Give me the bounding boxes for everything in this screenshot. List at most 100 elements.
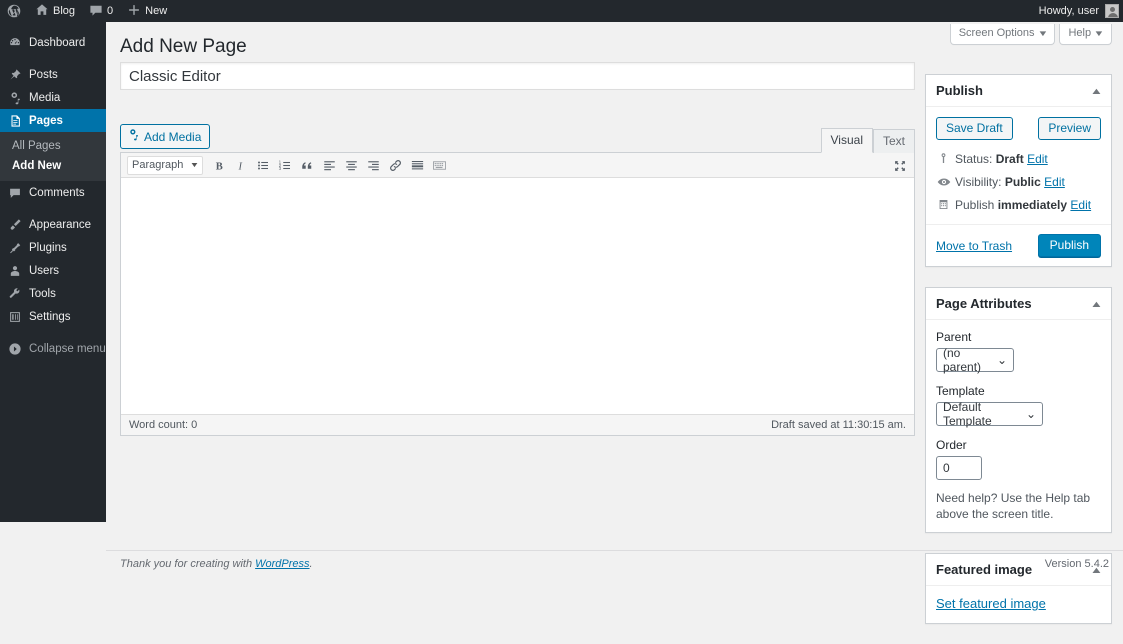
template-select[interactable]: Default Template ⌄ xyxy=(936,400,1043,428)
user-avatar-icon xyxy=(1105,4,1119,18)
wordpress-logo-icon xyxy=(7,4,21,18)
collapse-arrow-icon xyxy=(8,342,22,356)
parent-label: Parent xyxy=(936,330,972,344)
menu-separator-1 xyxy=(0,54,106,63)
admin-footer: Thank you for creating with WordPress. V… xyxy=(106,550,1123,576)
sidebar-item-media[interactable]: Media xyxy=(0,86,106,109)
admin-bar: Blog 0 New Howdy, user xyxy=(0,0,1123,22)
sidebar-item-plugins[interactable]: Plugins xyxy=(0,236,106,259)
preview-button[interactable]: Preview xyxy=(1038,117,1101,140)
users-icon xyxy=(8,264,22,278)
status-row: Status: Draft Edit xyxy=(936,148,1101,171)
order-label: Order xyxy=(936,438,967,452)
set-featured-image-link[interactable]: Set featured image xyxy=(936,596,1046,611)
sidebar-subitem-add-new[interactable]: Add New xyxy=(0,156,106,176)
screen-meta-links: Screen Options ▼ Help ▼ xyxy=(949,24,1112,45)
chevron-down-icon: ▼ xyxy=(1036,28,1049,38)
tab-text[interactable]: Text xyxy=(872,129,915,153)
footer-thanks: Thank you for creating with WordPress. xyxy=(120,558,313,570)
read-more-icon[interactable] xyxy=(406,155,428,176)
sidebar-item-dashboard[interactable]: Dashboard xyxy=(0,31,106,54)
admin-bar-site-name[interactable]: Blog xyxy=(28,0,82,22)
parent-select-value: (no parent) xyxy=(943,346,982,374)
editor-wrap: Add Media Visual Text Paragraph ▼ B I 1 … xyxy=(120,122,915,436)
chevron-up-icon[interactable]: ▲ xyxy=(1090,86,1103,96)
page-attributes-body: Parent (no parent) ⌄ Template Default Te… xyxy=(926,320,1111,532)
move-to-trash-link[interactable]: Move to Trash xyxy=(936,239,1012,253)
align-right-icon[interactable] xyxy=(362,155,384,176)
admin-bar-site-label: Blog xyxy=(53,5,76,17)
paragraph-format-select[interactable]: Paragraph ▼ xyxy=(127,155,203,175)
chevron-up-icon[interactable]: ▲ xyxy=(1090,299,1103,309)
paintbrush-icon xyxy=(8,218,22,232)
editor-content-area[interactable] xyxy=(121,178,914,414)
page-attributes-header[interactable]: Page Attributes ▲ xyxy=(926,288,1111,320)
page-title: Add New Page xyxy=(120,36,247,57)
sidebar-item-comments[interactable]: Comments xyxy=(0,181,106,204)
sidebar-item-label: Media xyxy=(29,91,61,104)
admin-bar-comments[interactable]: 0 xyxy=(82,0,120,22)
align-left-icon[interactable] xyxy=(318,155,340,176)
plus-icon xyxy=(127,3,141,20)
help-button[interactable]: Help ▼ xyxy=(1059,24,1112,45)
bold-icon[interactable]: B xyxy=(208,155,230,176)
sidebar-item-label: Users xyxy=(29,264,60,277)
sidebar-item-posts[interactable]: Posts xyxy=(0,63,106,86)
status-prefix: Status: xyxy=(955,152,993,166)
post-title-input[interactable] xyxy=(120,62,915,90)
sidebar-item-label: Appearance xyxy=(29,218,92,231)
parent-select[interactable]: (no parent) ⌄ xyxy=(936,346,1014,374)
insert-link-icon[interactable] xyxy=(384,155,406,176)
editor-toolbar-top: Add Media Visual Text xyxy=(120,122,915,153)
edit-schedule-link[interactable]: Edit xyxy=(1070,198,1091,212)
collapse-menu-button[interactable]: Collapse menu xyxy=(0,337,106,360)
sidebar-submenu-pages: All Pages Add New xyxy=(0,132,106,181)
admin-bar-my-account[interactable]: Howdy, user xyxy=(1039,4,1123,18)
admin-bar-new-content[interactable]: New xyxy=(120,0,174,22)
page-attributes-title: Page Attributes xyxy=(936,296,1032,311)
post-title-wrap xyxy=(120,62,915,90)
editor-format-toolbar: Paragraph ▼ B I 123 xyxy=(121,153,914,178)
calendar-icon xyxy=(936,198,951,211)
template-select-value: Default Template xyxy=(943,400,992,428)
order-input[interactable]: 0 xyxy=(936,456,982,480)
status-value: Draft xyxy=(995,152,1024,166)
align-center-icon[interactable] xyxy=(340,155,362,176)
admin-bar-wp-logo[interactable] xyxy=(0,0,28,22)
publish-metabox: Publish ▲ Save Draft Preview Status: Dra… xyxy=(925,74,1112,267)
schedule-text: Publish immediately Edit xyxy=(951,197,1091,213)
add-media-button[interactable]: Add Media xyxy=(120,124,211,149)
sidebar-item-label: Posts xyxy=(29,68,58,81)
screen-options-button[interactable]: Screen Options ▼ xyxy=(949,24,1056,45)
visibility-prefix: Visibility: xyxy=(955,175,1002,189)
toolbar-toggle-icon[interactable] xyxy=(428,155,450,176)
sidebar-item-pages[interactable]: Pages xyxy=(0,109,114,132)
sidebar-item-users[interactable]: Users xyxy=(0,259,106,282)
visibility-value: Public xyxy=(1004,175,1041,189)
sidebar-item-settings[interactable]: Settings xyxy=(0,305,106,328)
visibility-text: Visibility: Public Edit xyxy=(951,174,1065,190)
publish-metabox-header[interactable]: Publish ▲ xyxy=(926,75,1111,107)
bulleted-list-icon[interactable] xyxy=(252,155,274,176)
plug-icon xyxy=(8,241,22,255)
edit-status-link[interactable]: Edit xyxy=(1027,152,1048,166)
italic-icon[interactable]: I xyxy=(230,155,252,176)
edit-visibility-link[interactable]: Edit xyxy=(1044,175,1065,189)
home-icon xyxy=(35,3,49,20)
sidebar-item-tools[interactable]: Tools xyxy=(0,282,106,305)
paragraph-format-label: Paragraph xyxy=(132,159,184,171)
comment-bubble-icon xyxy=(89,3,103,20)
tab-visual[interactable]: Visual xyxy=(820,128,873,153)
sidebar-subitem-all-pages[interactable]: All Pages xyxy=(0,136,106,156)
blockquote-icon[interactable] xyxy=(296,155,318,176)
publish-button[interactable]: Publish xyxy=(1037,234,1101,257)
distraction-free-icon[interactable] xyxy=(889,155,911,176)
collapse-menu-label: Collapse menu xyxy=(29,342,106,355)
sidebar-item-appearance[interactable]: Appearance xyxy=(0,213,106,236)
save-draft-button[interactable]: Save Draft xyxy=(936,117,1013,140)
sidebar-item-label: Dashboard xyxy=(29,36,86,49)
eye-icon xyxy=(936,175,951,189)
numbered-list-icon[interactable]: 123 xyxy=(274,155,296,176)
pin-status-icon xyxy=(936,152,951,165)
wordpress-link[interactable]: WordPress xyxy=(255,558,309,570)
